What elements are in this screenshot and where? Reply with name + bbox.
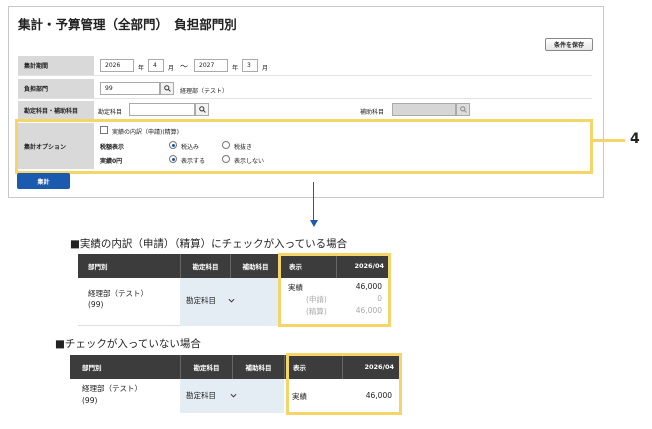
col-header-sub: 補助科目 (230, 254, 280, 278)
search-icon (459, 106, 467, 113)
unchecked-case-heading: ■チェックが入っていない場合 (55, 338, 201, 350)
period-tilde: 〜 (180, 62, 188, 71)
col-header-dept: 部門別 (70, 355, 180, 379)
account-cell[interactable]: 勘定科目 (180, 278, 280, 326)
department-label: 負担部門 (18, 79, 94, 98)
down-arrow-icon (310, 220, 318, 227)
from-year-unit: 年 (138, 65, 145, 72)
checked-case-heading: ■実績の内訳（申請）（精算）にチェックが入っている場合 (70, 238, 348, 250)
col-header-sub: 補助科目 (232, 355, 284, 379)
from-year-input[interactable]: 2026 (100, 59, 134, 72)
account-search-button[interactable] (195, 103, 209, 116)
account-cell[interactable]: 勘定科目 (180, 379, 284, 413)
to-year-unit: 年 (232, 65, 239, 72)
department-code-input[interactable]: 99 (100, 82, 160, 95)
sub-account-field-label: 補助科目 (360, 109, 385, 116)
options-highlight-frame (15, 119, 593, 174)
col-header-dept: 部門別 (78, 254, 180, 278)
chevron-down-icon (230, 393, 237, 398)
search-icon (198, 106, 206, 113)
dept-code: (99) (88, 300, 104, 309)
unchecked-highlight-frame (286, 353, 402, 415)
sub-account-input[interactable] (392, 103, 456, 116)
from-month-input[interactable]: 4 (148, 59, 164, 72)
chevron-down-icon (228, 298, 235, 303)
col-header-account: 勘定科目 (180, 254, 230, 278)
account-dropdown-label: 勘定科目 (186, 296, 216, 305)
department-search-button[interactable] (160, 82, 174, 95)
to-year-input[interactable]: 2027 (194, 59, 228, 72)
save-conditions-button[interactable]: 条件を保存 (545, 38, 593, 51)
dept-name: 経理部（テスト） (82, 384, 142, 393)
from-month-unit: 月 (168, 65, 175, 72)
account-input[interactable] (129, 103, 195, 116)
callout-line (593, 139, 625, 142)
sub-account-search-button[interactable] (456, 103, 470, 116)
account-field-label: 勘定科目 (98, 109, 123, 116)
period-label: 集計期間 (18, 56, 94, 75)
department-name: 経理部（テスト） (180, 88, 229, 95)
account-row: 勘定科目・補助科目 勘定科目 補助科目 (18, 101, 592, 120)
aggregate-button[interactable]: 集計 (17, 173, 70, 189)
down-arrow-line (313, 182, 314, 222)
col-header-account: 勘定科目 (180, 355, 232, 379)
to-month-unit: 月 (262, 65, 269, 72)
search-condition-panel: 集計・予算管理（全部門） 負担部門別 条件を保存 集計期間 2026 年 4 月… (8, 6, 604, 198)
dept-cell: 経理部（テスト） (99) (70, 379, 180, 413)
account-label: 勘定科目・補助科目 (18, 101, 94, 119)
page-title: 集計・予算管理（全部門） 負担部門別 (18, 17, 237, 32)
dept-name: 経理部（テスト） (88, 289, 148, 298)
period-row: 集計期間 2026 年 4 月 〜 2027 年 3 月 (18, 56, 592, 76)
department-row: 負担部門 99 経理部（テスト） (18, 79, 592, 99)
dept-code: (99) (82, 396, 98, 405)
account-dropdown-label: 勘定科目 (186, 391, 216, 400)
callout-number: 4 (630, 131, 640, 147)
search-icon (163, 85, 171, 92)
to-month-input[interactable]: 3 (242, 59, 258, 72)
dept-cell: 経理部（テスト） (99) (78, 278, 180, 326)
checked-highlight-frame (278, 253, 391, 327)
